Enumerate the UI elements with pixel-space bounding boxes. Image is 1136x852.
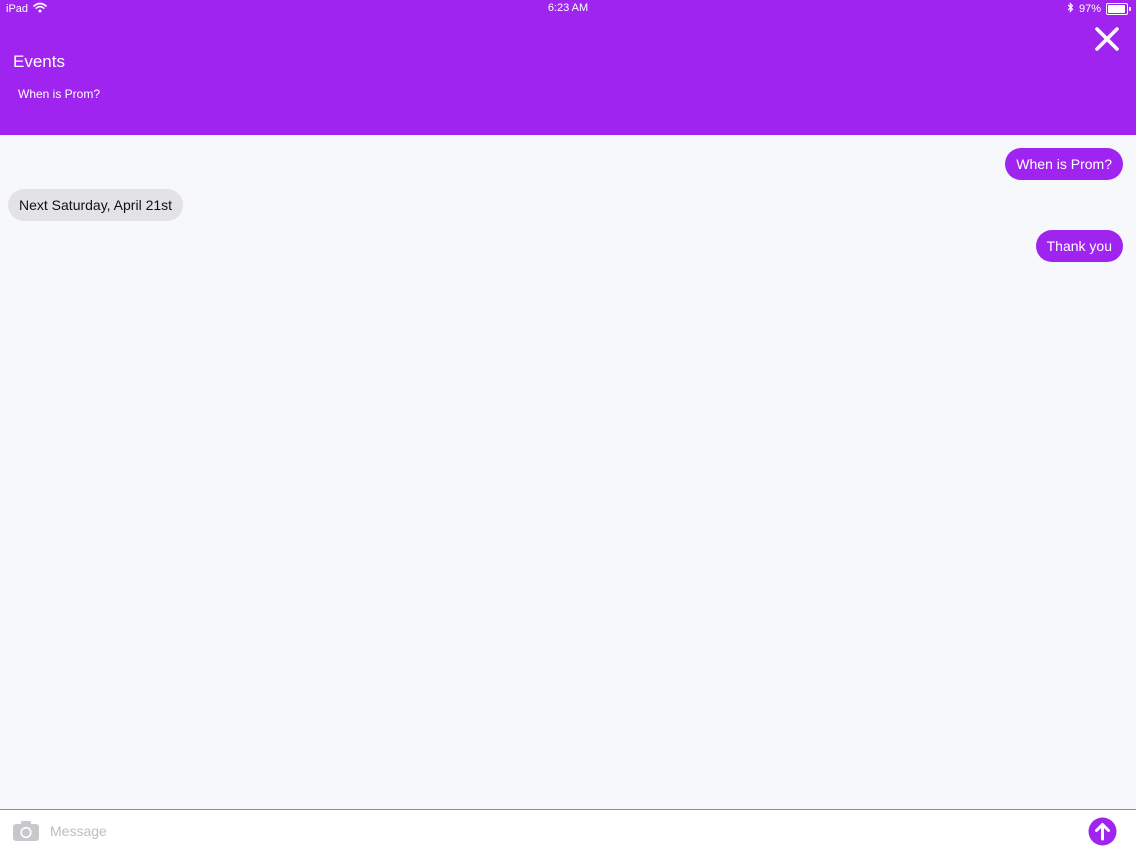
header-bar: iPad 6:23 AM 97% Events When is Prom?	[0, 0, 1136, 135]
message-bubble-outgoing: Thank you	[1035, 230, 1123, 262]
status-bar: iPad 6:23 AM 97%	[0, 0, 1136, 18]
message-input[interactable]	[48, 818, 1072, 844]
conversation-subtitle: When is Prom?	[18, 87, 101, 101]
camera-icon	[13, 821, 39, 841]
composer-bar	[0, 809, 1136, 852]
battery-icon	[1106, 3, 1131, 15]
message-bubble-outgoing: When is Prom?	[1005, 148, 1123, 180]
close-button[interactable]	[1092, 24, 1122, 54]
message-list[interactable]: When is Prom? Next Saturday, April 21st …	[0, 135, 1136, 809]
chat-app: iPad 6:23 AM 97% Events When is Prom? Wh…	[0, 0, 1136, 852]
status-time: 6:23 AM	[547, 2, 589, 14]
send-button[interactable]	[1088, 817, 1117, 846]
battery-percent: 97%	[1078, 3, 1101, 15]
close-icon	[1095, 27, 1119, 51]
page-title: Events	[13, 52, 65, 71]
bluetooth-icon	[1067, 2, 1074, 16]
send-arrow-up-icon	[1088, 817, 1117, 846]
camera-button[interactable]	[12, 820, 40, 842]
status-right: 97%	[1067, 2, 1131, 16]
message-bubble-incoming: Next Saturday, April 21st	[8, 189, 184, 221]
